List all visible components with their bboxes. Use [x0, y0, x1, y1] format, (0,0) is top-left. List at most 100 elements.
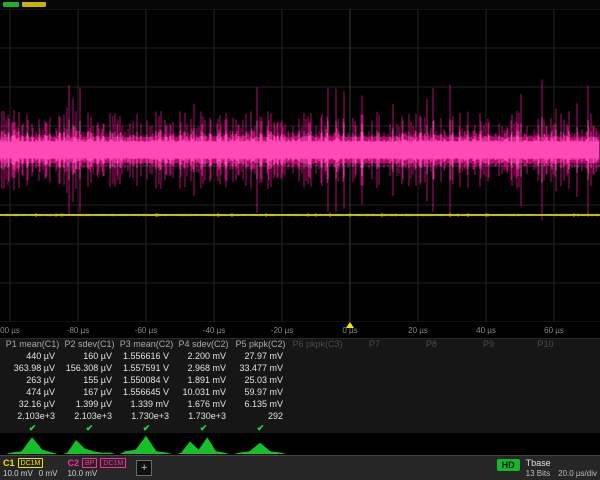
- waveform-display[interactable]: [0, 9, 600, 322]
- measure-value: 33.477 mV: [232, 362, 289, 374]
- measure-value: [460, 350, 517, 362]
- histicon-p3[interactable]: [120, 434, 172, 454]
- measure-value: 6.135 mV: [232, 398, 289, 410]
- time-axis-label: 00 µs: [0, 326, 20, 335]
- measure-value: [346, 410, 403, 422]
- histicon-shape: [6, 437, 58, 454]
- status-led-green: [3, 2, 19, 7]
- measure-value: 2.200 mV: [175, 350, 232, 362]
- measure-value: [289, 362, 346, 374]
- measure-value: 32.16 µV: [4, 398, 61, 410]
- measure-value: 2.103e+3: [4, 410, 61, 422]
- measure-header-p2[interactable]: P2 sdev(C1): [61, 339, 118, 350]
- time-axis: 00 µs-80 µs-60 µs-40 µs-20 µs0 µs20 µs40…: [0, 322, 600, 338]
- measure-header-p9[interactable]: P9: [460, 339, 517, 350]
- measurement-table: P1 mean(C1)P2 sdev(C1)P3 mean(C2)P4 sdev…: [0, 338, 600, 433]
- histicon-shape: [120, 436, 172, 454]
- measure-header-p5[interactable]: P5 pkpk(C2): [232, 339, 289, 350]
- measure-value: [517, 374, 574, 386]
- measure-value: 156.308 µV: [61, 362, 118, 374]
- measure-value: [346, 374, 403, 386]
- oscilloscope-screen: 00 µs-80 µs-60 µs-40 µs-20 µs0 µs20 µs40…: [0, 0, 600, 480]
- measure-value: [460, 410, 517, 422]
- c1-scale: 10.0 mV: [3, 469, 33, 479]
- measure-value: 474 µV: [4, 386, 61, 398]
- measure-value: [289, 410, 346, 422]
- measure-row-3: 263 µV155 µV1.550084 V1.891 mV25.03 mV: [0, 374, 600, 386]
- time-axis-label: 20 µs: [408, 326, 428, 335]
- measure-row-4: 474 µV167 µV1.556645 V10.031 mV59.97 mV: [0, 386, 600, 398]
- channel-descriptor-c1[interactable]: C1 DC1M 10.0 mV 0 mV: [3, 458, 57, 478]
- tbase-bits: 13 Bits: [526, 469, 550, 479]
- status-led-yellow: [22, 2, 46, 7]
- measure-value: 27.97 mV: [232, 350, 289, 362]
- measure-value: 1.550084 V: [118, 374, 175, 386]
- c2-label: C2: [67, 458, 79, 468]
- measure-value: [289, 398, 346, 410]
- histicon-shape: [63, 440, 115, 454]
- measure-value: 1.399 µV: [61, 398, 118, 410]
- channel-descriptor-c2[interactable]: C2 BP DC1M 10.0 mV: [67, 458, 126, 478]
- measure-header-p6[interactable]: P6 pkpk(C3): [289, 339, 346, 350]
- measure-value: [517, 362, 574, 374]
- hd-badge: HD: [497, 459, 520, 471]
- measure-value: [346, 398, 403, 410]
- add-trace-button[interactable]: +: [136, 460, 152, 476]
- measure-header-p3[interactable]: P3 mean(C2): [118, 339, 175, 350]
- measure-header-p10[interactable]: P10: [517, 339, 574, 350]
- measure-row-1: 440 µV160 µV1.556616 V2.200 mV27.97 mV: [0, 350, 600, 362]
- trigger-position-marker[interactable]: [346, 322, 354, 328]
- measure-value: 59.97 mV: [232, 386, 289, 398]
- measure-value: [403, 362, 460, 374]
- measure-value: 363.98 µV: [4, 362, 61, 374]
- measure-value: [289, 386, 346, 398]
- measure-value: 155 µV: [61, 374, 118, 386]
- measure-value: [517, 398, 574, 410]
- bottom-bar: C1 DC1M 10.0 mV 0 mV C2 BP DC1M 10.0 mV …: [0, 455, 600, 480]
- histicon-shape: [234, 443, 286, 454]
- time-axis-label: -20 µs: [271, 326, 293, 335]
- histicon-p1[interactable]: [6, 434, 58, 454]
- c1-coupling-chip: DC1M: [18, 458, 44, 468]
- measure-value: [403, 350, 460, 362]
- measure-value: 1.730e+3: [118, 410, 175, 422]
- tbase-scale: 20.0 µs/div: [558, 469, 597, 479]
- measure-value: [403, 410, 460, 422]
- c2-coupling-chip: DC1M: [100, 458, 126, 468]
- measure-header-p8[interactable]: P8: [403, 339, 460, 350]
- measure-header-p7[interactable]: P7: [346, 339, 403, 350]
- top-status-bar: [0, 0, 600, 9]
- measure-value: 1.556645 V: [118, 386, 175, 398]
- measure-value: 1.557591 V: [118, 362, 175, 374]
- measure-value: [517, 350, 574, 362]
- time-axis-label: -80 µs: [67, 326, 89, 335]
- measure-header-p4[interactable]: P4 sdev(C2): [175, 339, 232, 350]
- measure-value: [289, 374, 346, 386]
- measure-value: [346, 362, 403, 374]
- measure-row-2: 363.98 µV156.308 µV1.557591 V2.968 mV33.…: [0, 362, 600, 374]
- measure-value: [403, 386, 460, 398]
- histicon-p5[interactable]: [234, 434, 286, 454]
- c1-offset: 0 mV: [39, 469, 58, 479]
- measure-value: 263 µV: [4, 374, 61, 386]
- measure-value: [346, 386, 403, 398]
- measure-value: 1.556616 V: [118, 350, 175, 362]
- histicon-shape: [177, 437, 229, 454]
- measure-value: [403, 398, 460, 410]
- measure-value: [403, 374, 460, 386]
- c2-filter-chip: BP: [82, 458, 97, 468]
- measure-value: [460, 374, 517, 386]
- timebase-descriptor[interactable]: Tbase 13 Bits 20.0 µs/div: [526, 458, 597, 478]
- measure-value: [289, 350, 346, 362]
- measure-value: 25.03 mV: [232, 374, 289, 386]
- measure-value: 292: [232, 410, 289, 422]
- histicon-p4[interactable]: [177, 434, 229, 454]
- measure-header-p1[interactable]: P1 mean(C1): [4, 339, 61, 350]
- measure-value: 1.891 mV: [175, 374, 232, 386]
- tbase-label: Tbase: [526, 458, 597, 469]
- measure-value: [460, 398, 517, 410]
- waveform-grid[interactable]: [0, 9, 600, 322]
- c1-label: C1: [3, 458, 15, 468]
- histicon-p2[interactable]: [63, 434, 115, 454]
- measure-value: 2.968 mV: [175, 362, 232, 374]
